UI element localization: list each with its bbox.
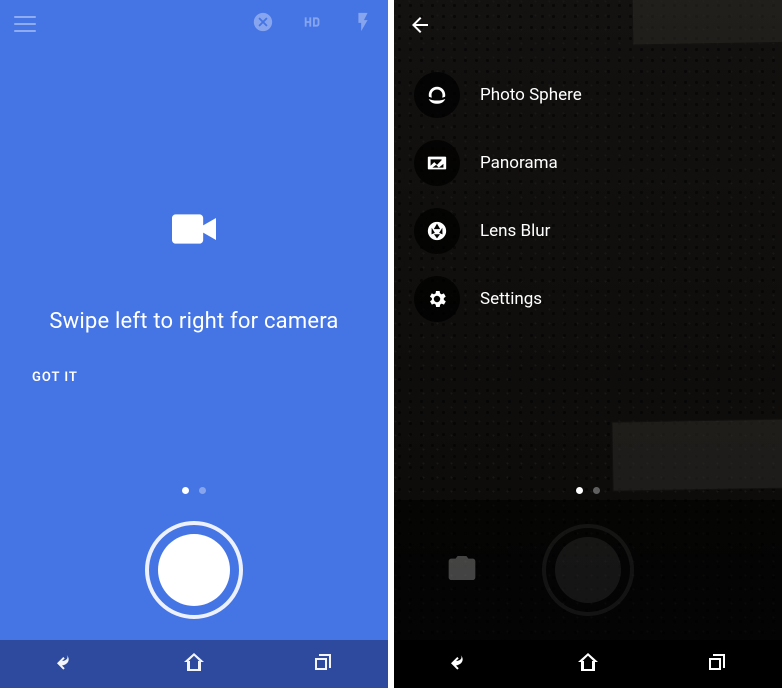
photosphere-icon (414, 72, 460, 118)
screen-camera-menu: Photo Sphere Panorama Lens Blur Settings (394, 0, 782, 688)
shutter-button[interactable] (145, 521, 243, 619)
page-dot (593, 487, 600, 494)
menu-item-settings[interactable]: Settings (414, 276, 582, 322)
video-camera-icon (172, 213, 216, 249)
page-indicator (0, 487, 388, 494)
menu-item-lensblur[interactable]: Lens Blur (414, 208, 582, 254)
screen-camera-tutorial: Swipe left to right for camera GOT IT (0, 0, 388, 688)
nav-back-icon[interactable] (53, 650, 77, 678)
page-indicator (394, 487, 782, 494)
page-dot (576, 487, 583, 494)
got-it-button[interactable]: GOT IT (32, 370, 78, 385)
panorama-icon (414, 140, 460, 186)
page-dot (182, 487, 189, 494)
android-navbar (0, 640, 388, 688)
tutorial-hint-text: Swipe left to right for camera (49, 309, 338, 334)
menu-label: Photo Sphere (480, 85, 582, 105)
nav-home-icon[interactable] (182, 650, 206, 678)
nav-home-icon[interactable] (576, 650, 600, 678)
nav-recents-icon[interactable] (705, 650, 729, 678)
settings-icon (414, 276, 460, 322)
shutter-bar (394, 500, 782, 640)
shutter-bar (0, 500, 388, 640)
switch-camera-icon[interactable] (446, 552, 478, 588)
nav-recents-icon[interactable] (311, 650, 335, 678)
menu-item-photosphere[interactable]: Photo Sphere (414, 72, 582, 118)
menu-label: Panorama (480, 153, 558, 173)
shutter-button[interactable] (542, 524, 634, 616)
menu-label: Settings (480, 289, 542, 309)
menu-label: Lens Blur (480, 221, 550, 241)
android-navbar (394, 640, 782, 688)
lensblur-icon (414, 208, 460, 254)
nav-back-icon[interactable] (447, 650, 471, 678)
page-dot (199, 487, 206, 494)
menu-topbar (394, 0, 782, 54)
back-arrow-icon[interactable] (408, 13, 432, 41)
menu-item-panorama[interactable]: Panorama (414, 140, 582, 186)
camera-mode-menu: Photo Sphere Panorama Lens Blur Settings (414, 72, 582, 322)
